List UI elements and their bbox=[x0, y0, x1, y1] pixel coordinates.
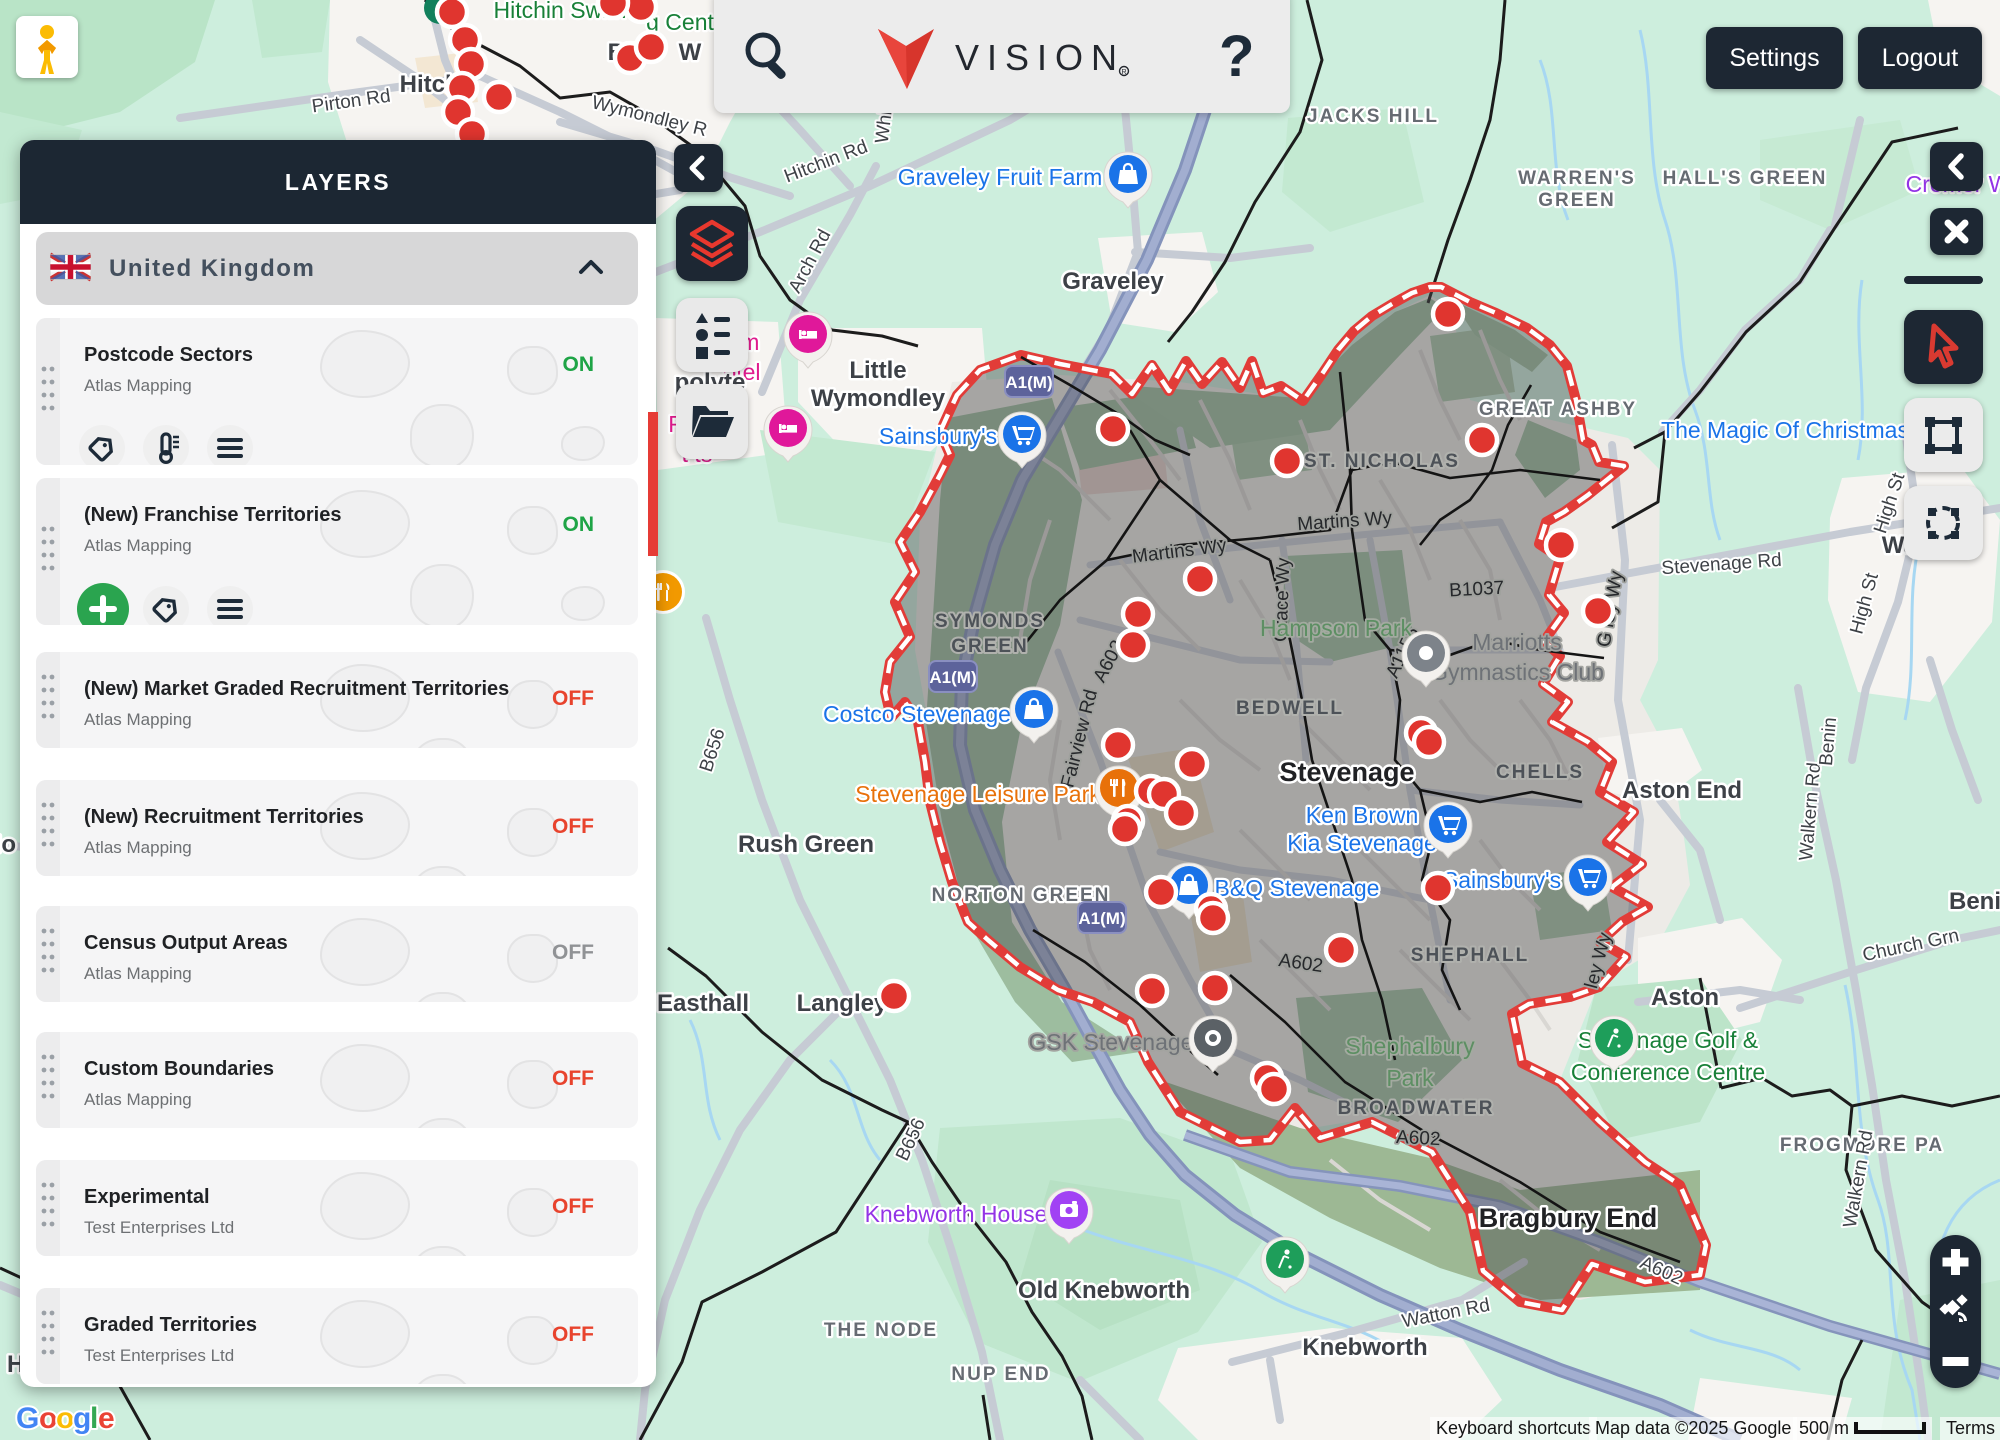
svg-text:Gymnastics Club: Gymnastics Club bbox=[1430, 659, 1604, 685]
svg-text:Old Knebworth: Old Knebworth bbox=[1018, 1277, 1190, 1304]
svg-text:Bragbury End: Bragbury End bbox=[1479, 1203, 1658, 1233]
svg-text:Knebworth: Knebworth bbox=[1302, 1334, 1427, 1361]
svg-text:Benin: Benin bbox=[1816, 716, 1841, 766]
svg-text:Ho: Ho bbox=[0, 831, 16, 858]
svg-text:o: o bbox=[56, 1402, 74, 1435]
svg-text:Rush Green: Rush Green bbox=[738, 831, 874, 858]
svg-text:Shephalbury: Shephalbury bbox=[1345, 1033, 1475, 1059]
svg-text:?: ? bbox=[1219, 24, 1254, 89]
svg-text:JACKS HILL: JACKS HILL bbox=[1307, 106, 1439, 127]
svg-text:SYMONDS: SYMONDS bbox=[935, 611, 1045, 632]
svg-text:Stevenage Leisure Park: Stevenage Leisure Park bbox=[855, 781, 1101, 807]
svg-text:g: g bbox=[73, 1402, 91, 1435]
svg-text:The Magic Of Christmas: The Magic Of Christmas bbox=[1661, 417, 1909, 443]
svg-text:e: e bbox=[98, 1402, 115, 1435]
svg-text:Hampson Park: Hampson Park bbox=[1260, 615, 1413, 641]
svg-text:A1(M): A1(M) bbox=[1078, 909, 1125, 928]
svg-text:SHEPHALL: SHEPHALL bbox=[1411, 945, 1529, 966]
svg-text:Sainsbury's: Sainsbury's bbox=[879, 423, 997, 449]
svg-text:Conference Centre: Conference Centre bbox=[1571, 1059, 1765, 1085]
svg-text:R: R bbox=[1121, 69, 1126, 76]
svg-text:Graveley: Graveley bbox=[1062, 268, 1164, 295]
svg-text:Little: Little bbox=[849, 357, 906, 384]
svg-text:Aston End: Aston End bbox=[1622, 777, 1742, 804]
svg-text:Wymondley: Wymondley bbox=[811, 385, 946, 412]
svg-text:W: W bbox=[679, 39, 702, 66]
svg-text:CHELLS: CHELLS bbox=[1496, 762, 1584, 783]
svg-text:Stevenage: Stevenage bbox=[1279, 757, 1414, 787]
svg-text:Aston: Aston bbox=[1651, 984, 1719, 1011]
svg-text:A1(M): A1(M) bbox=[929, 668, 976, 687]
svg-text:o: o bbox=[39, 1402, 57, 1435]
svg-text:Graveley Fruit Farm: Graveley Fruit Farm bbox=[898, 164, 1102, 190]
svg-text:BROADWATER: BROADWATER bbox=[1338, 1098, 1495, 1119]
svg-text:VISION: VISION bbox=[955, 37, 1125, 78]
svg-text:BEDWELL: BEDWELL bbox=[1236, 698, 1344, 719]
svg-text:Easthall: Easthall bbox=[657, 990, 749, 1017]
svg-text:Knebworth House: Knebworth House bbox=[865, 1201, 1048, 1227]
svg-text:B1037: B1037 bbox=[1449, 578, 1505, 602]
svg-text:WARREN'S: WARREN'S bbox=[1518, 168, 1636, 189]
svg-text:NUP END: NUP END bbox=[951, 1364, 1050, 1385]
svg-text:GREEN: GREEN bbox=[951, 636, 1029, 657]
svg-text:Marriotts: Marriotts bbox=[1472, 629, 1561, 655]
svg-text:ST. NICHOLAS: ST. NICHOLAS bbox=[1304, 451, 1460, 472]
svg-text:GREAT ASHBY: GREAT ASHBY bbox=[1479, 399, 1637, 420]
svg-text:B&Q Stevenage: B&Q Stevenage bbox=[1215, 875, 1380, 901]
svg-text:G: G bbox=[16, 1402, 39, 1435]
svg-text:Langley: Langley bbox=[797, 990, 888, 1017]
svg-text:A602: A602 bbox=[1396, 1127, 1441, 1150]
svg-text:HALL'S GREEN: HALL'S GREEN bbox=[1663, 168, 1828, 189]
svg-text:Sainsbury's: Sainsbury's bbox=[1443, 867, 1561, 893]
svg-text:THE NODE: THE NODE bbox=[824, 1320, 938, 1341]
svg-text:GSK Stevenage: GSK Stevenage bbox=[1029, 1029, 1194, 1055]
svg-text:Costco Stevenage: Costco Stevenage bbox=[823, 701, 1011, 727]
svg-text:Beni: Beni bbox=[1949, 888, 2000, 915]
svg-text:GREEN: GREEN bbox=[1538, 190, 1616, 211]
svg-text:A1(M): A1(M) bbox=[1005, 373, 1052, 392]
svg-text:Ken Brown: Ken Brown bbox=[1306, 802, 1419, 828]
svg-text:Park: Park bbox=[1386, 1065, 1434, 1091]
svg-text:Kia Stevenage: Kia Stevenage bbox=[1287, 830, 1437, 856]
